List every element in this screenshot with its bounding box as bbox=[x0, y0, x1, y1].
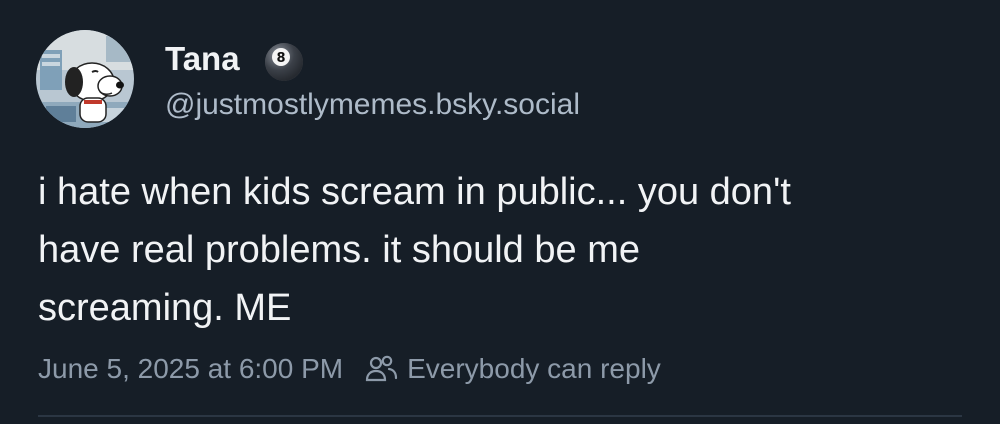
post-timestamp[interactable]: June 5, 2025 at 6:00 PM bbox=[38, 350, 343, 388]
post-text: i hate when kids scream in public... you… bbox=[38, 171, 791, 329]
divider bbox=[38, 415, 962, 417]
author-avatar[interactable] bbox=[36, 30, 134, 128]
author-display-name[interactable]: Tana bbox=[165, 39, 240, 79]
post-meta: June 5, 2025 at 6:00 PM Everybody can re… bbox=[38, 350, 661, 388]
reply-setting-label: Everybody can reply bbox=[407, 353, 661, 384]
post-card: Tana 8 @justmostlymemes.bsky.social i ha… bbox=[0, 0, 1000, 424]
author-handle[interactable]: @justmostlymemes.bsky.social bbox=[165, 86, 580, 124]
pool-ball-8-icon: 8 bbox=[265, 43, 303, 81]
svg-text:8: 8 bbox=[276, 51, 285, 66]
people-icon bbox=[366, 355, 398, 382]
snoopy-avatar-icon bbox=[36, 30, 134, 128]
reply-settings: Everybody can reply bbox=[363, 350, 661, 388]
